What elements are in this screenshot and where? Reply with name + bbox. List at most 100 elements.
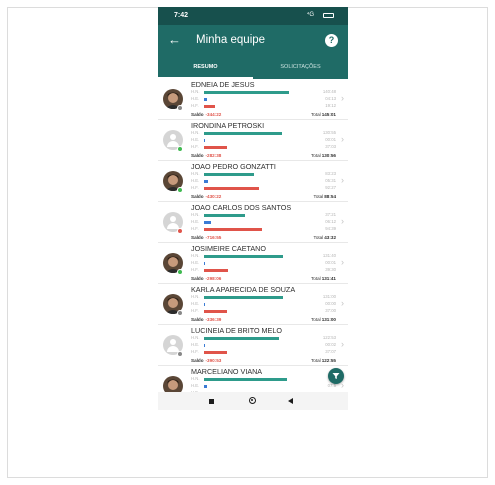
metric-bar	[204, 97, 207, 101]
metric-label: H.E.	[191, 383, 200, 388]
tab-solicitacoes[interactable]: SOLICITAÇÕES	[253, 57, 348, 79]
total-line: Total122:55	[311, 358, 336, 363]
employee-name: LUCINEIA DE BRITO MELO	[191, 326, 282, 335]
metric-bar	[204, 254, 283, 258]
metric-value: 131:00	[322, 294, 336, 299]
filter-fab-button[interactable]	[328, 368, 344, 384]
saldo-label: Saldo	[191, 358, 204, 363]
total-value: 131:00	[321, 317, 336, 322]
metric-bar	[204, 220, 211, 224]
metric-hf: H.F. 94:39	[191, 226, 336, 232]
metric-label: H.F.	[191, 226, 199, 231]
total-value: 43:32	[324, 235, 336, 240]
page-title: Minha equipe	[196, 34, 266, 46]
total-value: 88:54	[324, 194, 336, 199]
metric-bar	[204, 172, 254, 176]
employee-list: EDNEIA DE JESUS H.N. 140:48 H.E. 04:13 H.F. 19…	[158, 79, 348, 392]
metric-he: H.E. 00:00	[191, 301, 336, 307]
saldo-value: -430:22	[205, 194, 222, 199]
employee-name: MARCELIANO VIANA	[191, 367, 263, 376]
tab-bar: RESUMO SOLICITAÇÕES	[158, 57, 348, 79]
signal-icon: ⁴G	[306, 12, 314, 18]
metric-hn: H.N. 122:53	[191, 335, 336, 341]
filter-icon	[332, 373, 340, 379]
total-value: 145:01	[321, 112, 336, 117]
metric-value: 37:03	[325, 144, 336, 149]
metric-value: 05:31	[325, 178, 336, 183]
employee-row[interactable]: JOAO CARLOS DOS SANTOS H.N. 37:21 H.E. 06:12…	[158, 202, 348, 243]
metric-value: 06:12	[325, 219, 336, 224]
metric-value: 39:30	[325, 267, 336, 272]
saldo-label: Saldo	[191, 317, 204, 322]
metric-bar	[204, 302, 205, 306]
system-back-icon[interactable]	[288, 398, 293, 404]
phone-screen: 7:42 ⁴G ← Minha equipe ? RESUMO SOLICITA…	[158, 7, 348, 410]
help-icon[interactable]: ?	[325, 34, 338, 47]
metric-value: 00:02	[325, 342, 336, 347]
metric-hf: H.F. 39:30	[191, 267, 336, 273]
total-label: Total	[313, 194, 324, 199]
metric-label: H.E.	[191, 260, 200, 265]
saldo-label: Saldo	[191, 194, 204, 199]
employee-row[interactable]: LUCINEIA DE BRITO MELO H.N. 122:53 H.E. 00:0…	[158, 325, 348, 366]
metric-hn: H.N. 83:23	[191, 171, 336, 177]
metric-bar	[204, 90, 289, 94]
metric-hf: H.F. 37:00	[191, 308, 336, 314]
total-line: Total88:54	[314, 194, 336, 199]
metric-label: H.E.	[191, 342, 200, 347]
employee-row[interactable]: EDNEIA DE JESUS H.N. 140:48 H.E. 04:13 H.F. 19…	[158, 79, 348, 120]
total-label: Total	[310, 276, 321, 281]
total-label: Total	[310, 317, 321, 322]
employee-row[interactable]: KARLA APARECIDA DE SOUZA H.N. 131:00 H.E. 00…	[158, 284, 348, 325]
total-label: Total	[313, 235, 324, 240]
metric-value: 37:07	[325, 349, 336, 354]
metric-label: H.N.	[191, 253, 200, 258]
saldo-value: -336:39	[205, 317, 222, 322]
total-label: Total	[310, 153, 321, 158]
app-bar: ← Minha equipe ?	[158, 25, 348, 57]
metric-hf: H.F. 37:07	[191, 349, 336, 355]
metric-value: 131:40	[322, 253, 336, 258]
metric-label: H.E.	[191, 137, 200, 142]
metric-label: H.N.	[191, 130, 200, 135]
status-bar: 7:42 ⁴G	[158, 7, 348, 25]
employee-row[interactable]: MARCELIANO VIANAH.N.16H.E.07:5H.F.›	[158, 366, 348, 392]
saldo-line: Saldo -298:06	[191, 276, 221, 281]
metric-value: 130:55	[322, 130, 336, 135]
metric-label: H.E.	[191, 96, 200, 101]
total-value: 131:41	[321, 276, 336, 281]
metric-bar	[204, 377, 287, 381]
tab-resumo[interactable]: RESUMO	[158, 57, 253, 79]
metric-hf: H.F. 37:03	[191, 144, 336, 150]
saldo-label: Saldo	[191, 235, 204, 240]
employee-row[interactable]: JOAO PEDRO GONZATTI H.N. 83:23 H.E. 05:31 H.F…	[158, 161, 348, 202]
metric-bar	[204, 179, 208, 183]
saldo-line: Saldo -336:39	[191, 317, 221, 322]
profile-photo	[163, 376, 183, 392]
metric-he: H.E. 00:01	[191, 137, 336, 143]
metric-he: H.E. 06:12	[191, 219, 336, 225]
metric-bar	[204, 145, 227, 149]
metric-he: H.E. 00:01	[191, 260, 336, 266]
home-icon[interactable]	[249, 397, 256, 404]
status-dot	[177, 310, 183, 316]
person-icon	[170, 216, 176, 222]
employee-row[interactable]: IRONDINA PETROSKI H.N. 130:55 H.E. 00:01 H.F.…	[158, 120, 348, 161]
status-dot	[177, 269, 183, 275]
metric-bar	[204, 336, 280, 340]
metric-value: 37:21	[325, 212, 336, 217]
metric-label: H.N.	[191, 376, 200, 381]
saldo-label: Saldo	[191, 112, 204, 117]
employee-row[interactable]: JOSIMEIRE CAETANO H.N. 131:40 H.E. 00:01 H.F.…	[158, 243, 348, 284]
chevron-right-icon: ›	[341, 93, 344, 103]
metric-label: H.F.	[191, 103, 199, 108]
metric-bar	[204, 186, 260, 190]
metric-bar	[204, 343, 205, 347]
saldo-line: Saldo -716:55	[191, 235, 221, 240]
total-label: Total	[310, 112, 321, 117]
metric-value: 00:00	[325, 301, 336, 306]
recent-apps-icon[interactable]	[209, 399, 214, 404]
back-arrow-icon[interactable]: ←	[168, 33, 181, 47]
person-icon	[170, 339, 176, 345]
chevron-right-icon: ›	[341, 175, 344, 185]
